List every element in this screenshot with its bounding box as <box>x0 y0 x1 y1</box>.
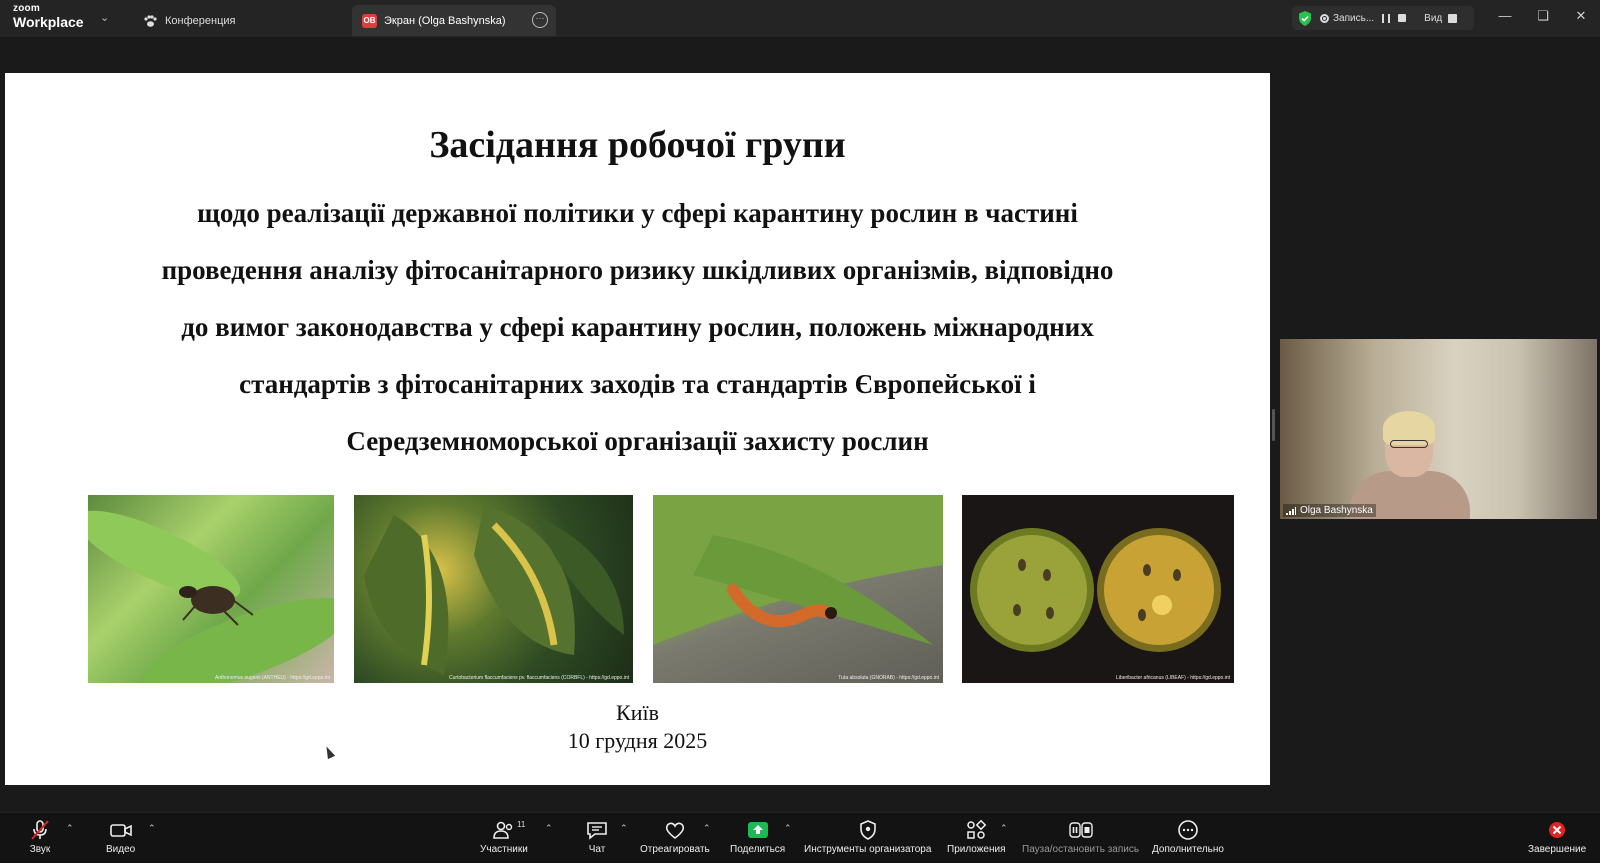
user-initials-badge: OB <box>362 13 377 28</box>
photo-caption: Curtobacterium flaccumfaciens pv. flaccu… <box>449 675 629 681</box>
shared-screen-area: Засідання робочої групи щодо реалізації … <box>0 37 1600 812</box>
leaf-image <box>364 505 624 675</box>
photo-caption: Liberibacter africanus (LIBEAF) - https:… <box>1116 675 1230 681</box>
pause-recording-icon[interactable] <box>1382 13 1391 23</box>
more-dots-icon <box>1178 820 1198 840</box>
recording-status: Запись... Вид <box>1292 6 1474 30</box>
apps-button[interactable]: Приложения <box>947 819 1006 855</box>
shield-check-icon <box>1299 10 1311 26</box>
pause-stop-recording-button[interactable]: Пауза/остановить запись <box>1022 819 1139 855</box>
view-button[interactable]: Вид <box>1424 13 1442 24</box>
end-meeting-button[interactable]: Завершение <box>1528 819 1586 855</box>
react-button[interactable]: Отреагировать <box>640 819 710 855</box>
tab-conference[interactable]: Конференция <box>133 5 245 36</box>
slide-date: 10 грудня 2025 <box>567 728 708 753</box>
zoom-window: zoom Workplace ⌄ Конференция OB Экран (O… <box>0 0 1600 863</box>
close-icon[interactable]: ✕ <box>1571 8 1591 24</box>
participants-count: 11 <box>517 820 526 829</box>
participant-glasses <box>1390 440 1428 448</box>
video-button[interactable]: Видео <box>106 819 135 855</box>
subtitle-line: проведення аналізу фітосанітарного ризик… <box>161 255 1114 285</box>
heart-icon <box>665 822 684 840</box>
view-grid-icon[interactable] <box>1448 13 1458 23</box>
chat-options-chevron-icon[interactable]: ⌃ <box>620 823 628 834</box>
audio-button[interactable]: Звук <box>28 819 52 855</box>
restore-icon[interactable]: ❏ <box>1533 8 1553 24</box>
share-options-chevron-icon[interactable]: ⌃ <box>784 823 792 834</box>
chevron-down-icon[interactable]: ⌄ <box>100 11 114 25</box>
tab-screen-label: Экран (Olga Bashynska) <box>384 14 506 27</box>
more-options-icon[interactable]: ··· <box>532 12 548 28</box>
photo-citrus: Liberibacter africanus (LIBEAF) - https:… <box>962 495 1234 683</box>
participants-icon <box>493 821 513 839</box>
slide-title: Засідання робочої групи <box>429 124 846 166</box>
subtitle-line: Середземноморської організації захисту р… <box>346 426 929 456</box>
record-icon <box>1320 13 1329 23</box>
subtitle-line: щодо реалізації державної політики у сфе… <box>197 198 1078 228</box>
chat-bubble-icon <box>587 822 607 840</box>
photo-caterpillar: Tuta absoluta (GNORAB) - https://gd.eppo… <box>653 495 943 683</box>
tab-conference-label: Конференция <box>165 14 236 27</box>
photo-caption: Tuta absoluta (GNORAB) - https://gd.eppo… <box>838 675 939 681</box>
audio-options-chevron-icon[interactable]: ⌃ <box>66 823 74 834</box>
react-options-chevron-icon[interactable]: ⌃ <box>703 823 711 834</box>
tab-screen-share[interactable]: OB Экран (Olga Bashynska) ··· <box>352 5 556 36</box>
end-call-icon <box>1549 822 1566 838</box>
presentation-slide: Засідання робочої групи щодо реалізації … <box>5 73 1270 785</box>
participant-name-tag: Olga Bashynska <box>1283 504 1376 517</box>
meeting-toolbar: Звук ⌃ Видео ⌃ Участники 11 ⌃ Чат ⌃ Отре… <box>0 812 1600 863</box>
host-tools-button[interactable]: Инструменты организатора <box>804 819 931 855</box>
video-options-chevron-icon[interactable]: ⌃ <box>148 823 156 834</box>
pause-stop-icon <box>1068 822 1093 838</box>
subtitle-line: до вимог законодавства у сфері карантину… <box>181 312 1094 342</box>
recording-label: Запись... <box>1333 12 1375 24</box>
apps-options-chevron-icon[interactable]: ⌃ <box>1000 823 1008 834</box>
participant-video-tile[interactable]: Olga Bashynska <box>1280 339 1597 519</box>
photo-bean-leaf: Curtobacterium flaccumfaciens pv. flaccu… <box>354 495 633 683</box>
weevil-image <box>88 510 334 683</box>
photo-caption: Anthonomus eugenii (ANTHEU) - https://gd… <box>214 675 330 681</box>
minimize-icon[interactable]: — <box>1495 8 1515 23</box>
video-camera-icon <box>109 824 132 837</box>
shield-icon <box>859 820 876 840</box>
signal-strength-icon <box>1286 506 1296 515</box>
slide-footer: Київ 10 грудня 2025 <box>5 699 1270 755</box>
panel-resize-handle[interactable] <box>1272 409 1275 441</box>
caterpillar-image <box>653 495 943 645</box>
slide-subtitle: щодо реалізації державної політики у сфе… <box>65 185 1210 470</box>
zoom-logo: zoom Workplace <box>13 3 84 30</box>
chat-button[interactable]: Чат <box>585 819 609 855</box>
stop-recording-icon[interactable] <box>1398 14 1407 22</box>
citrus-image <box>970 528 1221 652</box>
participant-name: Olga Bashynska <box>1300 505 1373 516</box>
more-button[interactable]: Дополнительно <box>1152 819 1224 855</box>
subtitle-line: стандартів з фітосанітарних заходів та с… <box>239 369 1036 399</box>
photo-weevil: Anthonomus eugenii (ANTHEU) - https://gd… <box>88 495 334 683</box>
share-screen-button[interactable]: Поделиться <box>730 819 785 855</box>
apps-grid-icon <box>967 819 987 839</box>
paw-icon <box>144 14 157 27</box>
share-arrow-icon <box>747 822 768 838</box>
title-bar: zoom Workplace ⌄ Конференция OB Экран (O… <box>0 0 1600 37</box>
microphone-muted-icon <box>31 820 49 840</box>
participants-options-chevron-icon[interactable]: ⌃ <box>545 823 553 834</box>
slide-city: Київ <box>616 700 659 725</box>
